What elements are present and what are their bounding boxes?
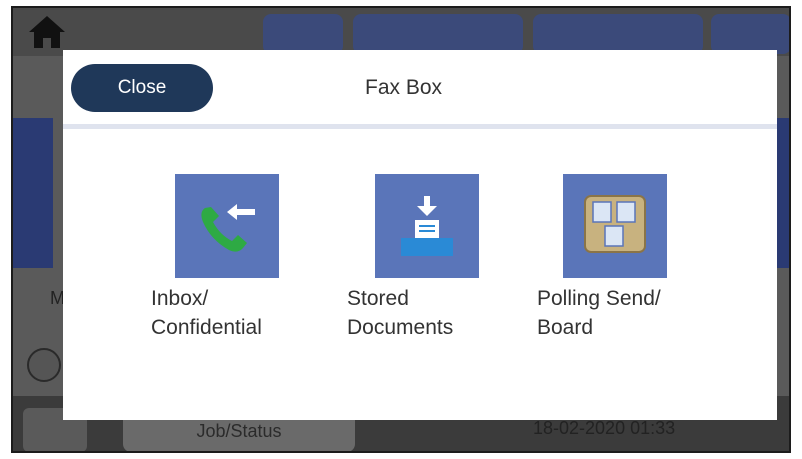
top-status-bar (13, 8, 789, 56)
tile-label: Stored Documents (347, 287, 454, 339)
fax-status-icon[interactable] (263, 14, 343, 54)
stored-documents-icon (375, 174, 479, 278)
home-icon[interactable] (27, 12, 67, 52)
background-panel-left (13, 118, 53, 268)
tile-label: Polling Send/ Board (537, 287, 661, 339)
fax-inbox-icon (175, 174, 279, 278)
polling-board-icon (563, 174, 667, 278)
tile-label: Inbox/ Confidential (151, 287, 262, 339)
close-button[interactable]: Close (71, 64, 213, 112)
tile-inbox-confidential[interactable]: Inbox/ Confidential (151, 174, 311, 354)
dialog-header: Close Fax Box (63, 50, 777, 122)
network-status-icon[interactable] (353, 14, 523, 54)
header-divider (63, 124, 777, 129)
sound-status-icon[interactable] (533, 14, 703, 54)
sleep-icon[interactable] (711, 14, 789, 54)
tile-stored-documents[interactable]: Stored Documents (347, 174, 507, 354)
device-screen: M Job/Status 18-02-2020 01:33 Close Fax … (11, 6, 791, 453)
tile-polling-send-board[interactable]: Polling Send/ Board (537, 174, 717, 354)
datetime-display: 18-02-2020 01:33 (533, 418, 676, 438)
fax-box-dialog: Close Fax Box Inbox/ Confidential Stored… (63, 50, 777, 420)
back-arrow-icon[interactable] (27, 348, 61, 382)
dialog-title: Fax Box (365, 76, 443, 99)
